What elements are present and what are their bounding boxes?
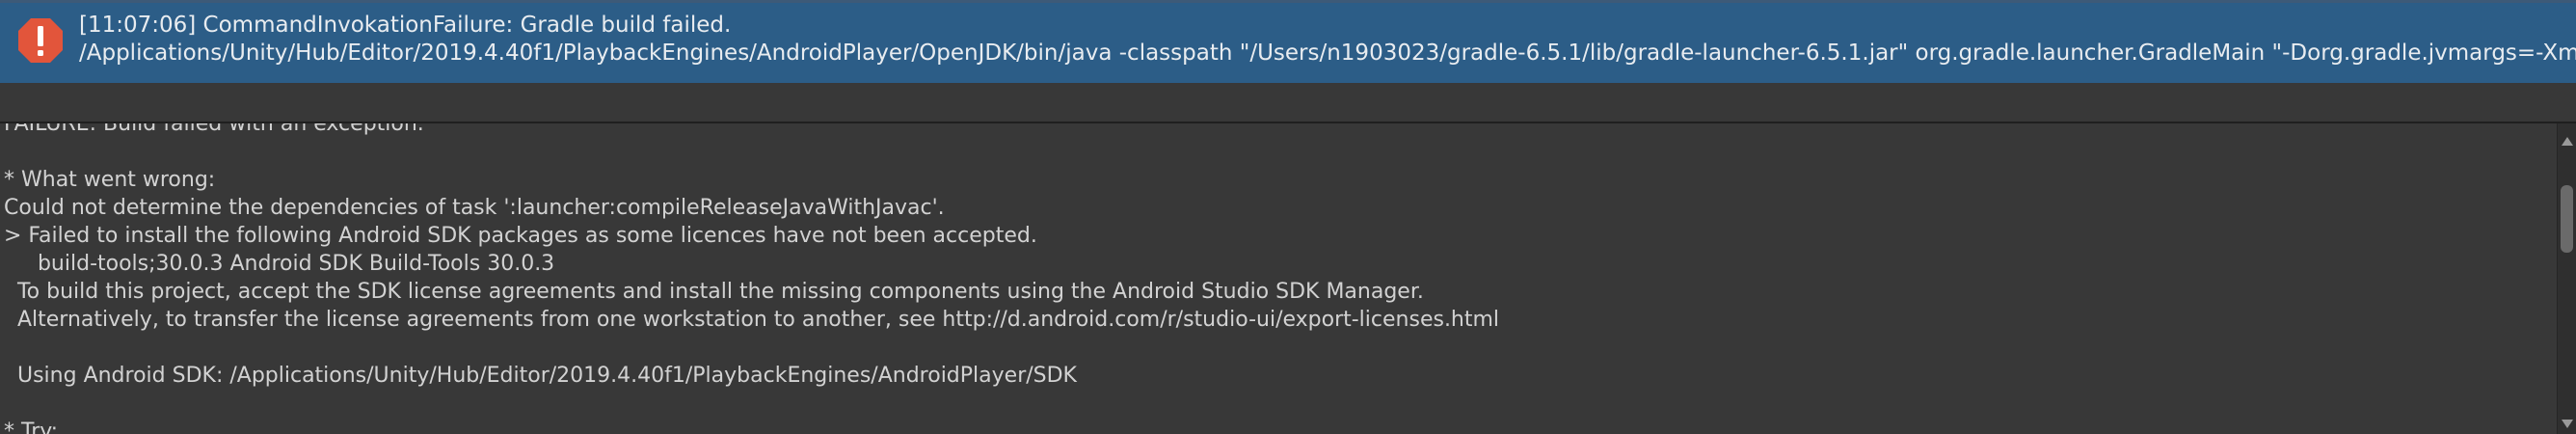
- stacktrace-panel[interactable]: FAILURE: Build failed with an exception.…: [0, 123, 2557, 434]
- log-entry-command: /Applications/Unity/Hub/Editor/2019.4.40…: [79, 41, 2576, 66]
- panel-splitter[interactable]: [0, 83, 2576, 123]
- stacktrace-line: Using Android SDK: /Applications/Unity/H…: [4, 364, 1077, 388]
- scroll-thumb[interactable]: [2561, 185, 2573, 253]
- selected-log-entry[interactable]: [11:07:06] CommandInvokationFailure: Gra…: [0, 0, 2576, 83]
- vertical-scrollbar[interactable]: [2557, 123, 2576, 434]
- stacktrace-line: To build this project, accept the SDK li…: [4, 280, 1424, 304]
- stacktrace-line: Could not determine the dependencies of …: [4, 196, 945, 220]
- stacktrace-text: FAILURE: Build failed with an exception.…: [4, 123, 1499, 434]
- log-entry-message: [11:07:06] CommandInvokationFailure: Gra…: [79, 13, 732, 38]
- scroll-down-arrow-icon[interactable]: [2562, 420, 2573, 428]
- stacktrace-line: FAILURE: Build failed with an exception.: [4, 123, 424, 136]
- stacktrace-line: > Failed to install the following Androi…: [4, 224, 1037, 248]
- error-icon: [18, 18, 63, 63]
- stacktrace-line: * What went wrong:: [4, 168, 216, 192]
- stacktrace-line: * Try:: [4, 420, 59, 434]
- stacktrace-line: Alternatively, to transfer the license a…: [4, 308, 1500, 332]
- scroll-up-arrow-icon[interactable]: [2562, 137, 2573, 146]
- console-window: [11:07:06] CommandInvokationFailure: Gra…: [0, 0, 2576, 434]
- stacktrace-line: build-tools;30.0.3 Android SDK Build-Too…: [4, 252, 555, 276]
